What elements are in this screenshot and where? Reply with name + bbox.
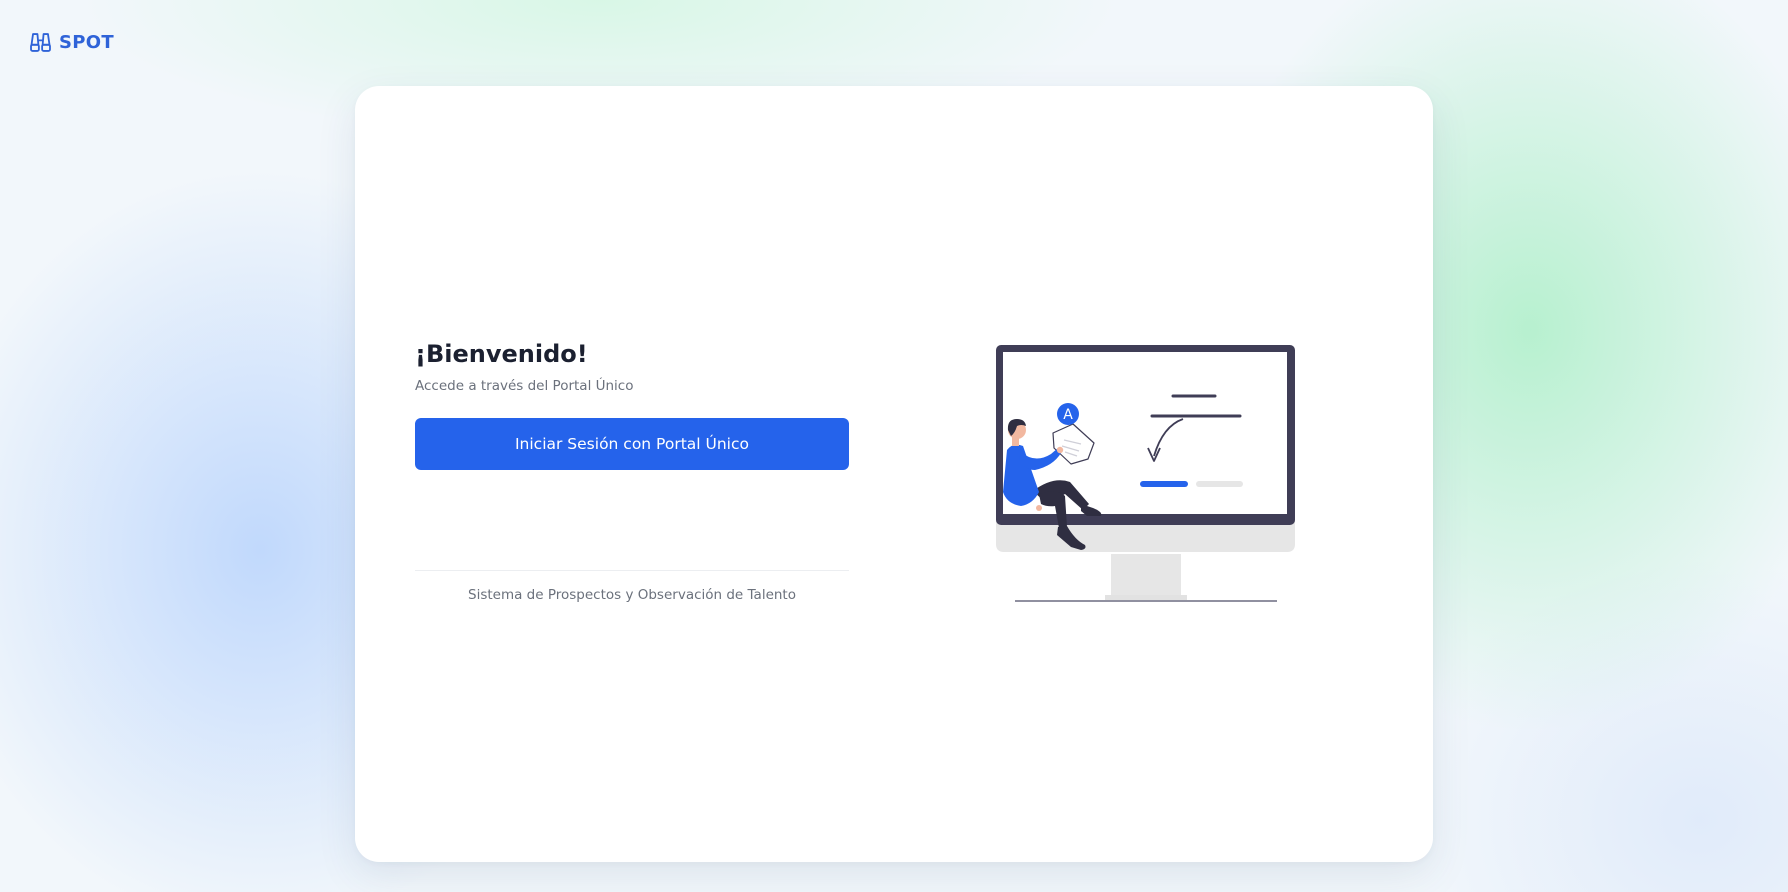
binoculars-icon (30, 33, 51, 52)
welcome-subtitle: Accede a través del Portal Único (415, 378, 634, 394)
brand-name: SPOT (59, 32, 114, 53)
system-name: Sistema de Prospectos y Observación de T… (468, 587, 796, 603)
portal-login-button[interactable]: Iniciar Sesión con Portal Único (415, 418, 849, 470)
brand-logo[interactable]: SPOT (29, 31, 114, 54)
login-card: ¡Bienvenido! Accede a través del Portal … (355, 86, 1433, 862)
login-panel: ¡Bienvenido! Accede a través del Portal … (415, 338, 849, 603)
divider (415, 570, 849, 571)
login-illustration: A (995, 344, 1315, 606)
computer-person-illustration: A (996, 345, 1295, 602)
welcome-title: ¡Bienvenido! (415, 340, 588, 368)
badge-letter: A (1063, 407, 1073, 423)
